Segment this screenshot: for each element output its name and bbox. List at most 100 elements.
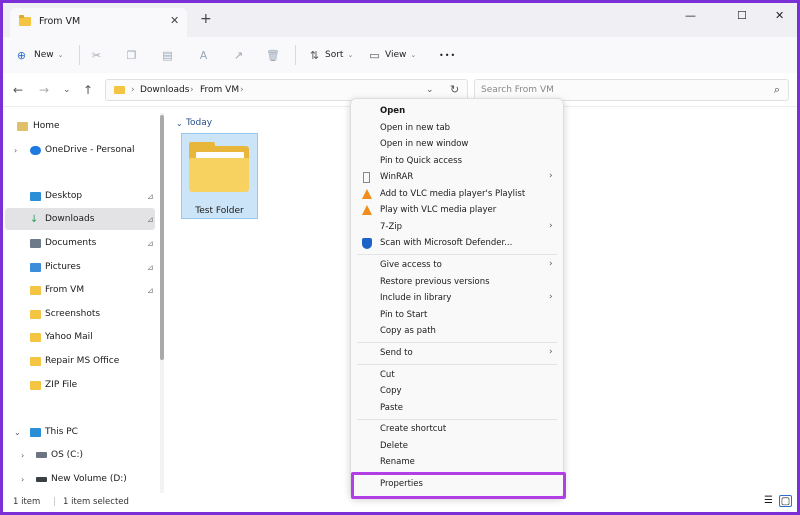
sidebar-scrollbar-thumb[interactable] — [160, 115, 164, 360]
sidebar-item-label: This PC — [45, 427, 78, 437]
refresh-icon[interactable]: ↻ — [450, 83, 459, 96]
view-button[interactable]: ▭ View ⌄ — [368, 47, 416, 63]
defender-shield-icon — [362, 238, 372, 249]
menu-item-label: Scan with Microsoft Defender... — [380, 238, 513, 248]
minimize-button[interactable]: — — [685, 9, 696, 22]
menu-item-scan-defender[interactable]: Scan with Microsoft Defender... — [351, 236, 563, 252]
share-icon: ↗ — [233, 48, 244, 62]
home-icon — [17, 121, 28, 131]
sidebar-item-screenshots[interactable]: Screenshots — [5, 303, 155, 325]
menu-item-copy[interactable]: Copy — [351, 384, 563, 400]
details-view-icon[interactable]: ☰ — [762, 495, 775, 507]
menu-item-label: Include in library — [380, 293, 452, 303]
menu-item-send-to[interactable]: Send to › — [351, 346, 563, 362]
rename-button[interactable]: A — [197, 47, 210, 63]
menu-item-cut[interactable]: Cut — [351, 368, 563, 384]
sidebar-item-label: Documents — [45, 238, 97, 248]
menu-item-label: Create shortcut — [380, 424, 447, 434]
menu-item-add-vlc-playlist[interactable]: Add to VLC media player's Playlist — [351, 187, 563, 203]
menu-item-7zip[interactable]: 7-Zip › — [351, 220, 563, 236]
tab-from-vm[interactable]: From VM ✕ — [10, 8, 187, 37]
menu-item-delete[interactable]: Delete — [351, 439, 563, 455]
share-button[interactable]: ↗ — [232, 47, 245, 63]
copy-button[interactable]: ❐ — [125, 47, 138, 63]
menu-item-pin-quick-access[interactable]: Pin to Quick access — [351, 154, 563, 170]
documents-icon — [30, 238, 41, 248]
address-dropdown-icon[interactable]: ⌄ — [426, 85, 434, 95]
menu-item-label: Paste — [380, 403, 403, 413]
sidebar-item-repair-ms-office[interactable]: Repair MS Office — [5, 350, 155, 372]
sidebar-item-from-vm[interactable]: From VM ⊿ — [5, 279, 155, 301]
menu-item-label: Open — [380, 106, 406, 116]
sidebar-item-zip-file[interactable]: ZIP File — [5, 374, 155, 396]
properties-highlight-box — [351, 472, 566, 499]
chevron-down-icon[interactable]: ⌄ — [14, 428, 21, 437]
sidebar-item-label: Yahoo Mail — [45, 332, 93, 342]
menu-item-open-new-tab[interactable]: Open in new tab — [351, 121, 563, 137]
tab-title: From VM — [39, 16, 81, 27]
chevron-right-icon: › — [549, 171, 553, 181]
chevron-right-icon[interactable]: › — [21, 475, 24, 484]
back-arrow-icon[interactable]: ← — [13, 83, 23, 97]
menu-item-winrar[interactable]: WinRAR › — [351, 170, 563, 186]
maximize-button[interactable]: ☐ — [737, 9, 747, 22]
folder-icon — [30, 309, 41, 319]
menu-item-copy-as-path[interactable]: Copy as path — [351, 324, 563, 340]
menu-item-play-vlc[interactable]: Play with VLC media player — [351, 203, 563, 219]
menu-item-paste[interactable]: Paste — [351, 401, 563, 417]
new-tab-button[interactable]: + — [200, 12, 212, 26]
sort-icon: ⇅ — [309, 48, 320, 62]
breadcrumb-from-vm[interactable]: From VM — [200, 85, 239, 95]
toolbar-divider — [295, 45, 296, 65]
chevron-right-icon[interactable]: › — [21, 451, 24, 460]
plus-circle-icon: ⊕ — [16, 48, 27, 62]
menu-item-label: Restore previous versions — [380, 277, 490, 287]
chevron-down-icon[interactable]: ⌄ — [176, 119, 183, 128]
sort-button[interactable]: ⇅ Sort ⌄ — [308, 47, 353, 63]
menu-item-restore-versions[interactable]: Restore previous versions — [351, 275, 563, 291]
menu-item-rename[interactable]: Rename — [351, 455, 563, 471]
sidebar-item-os-c[interactable]: › OS (C:) — [5, 444, 155, 466]
tiles-view-icon[interactable]: ▢ — [779, 495, 792, 507]
sidebar-item-label: Screenshots — [45, 309, 101, 319]
menu-item-create-shortcut[interactable]: Create shortcut — [351, 422, 563, 438]
close-window-button[interactable]: ✕ — [775, 9, 784, 22]
sidebar-item-this-pc[interactable]: ⌄ This PC — [5, 421, 155, 443]
forward-arrow-icon[interactable]: → — [39, 83, 49, 97]
sidebar-item-onedrive[interactable]: › OneDrive - Personal — [5, 139, 155, 161]
chevron-right-icon: › — [549, 347, 553, 357]
up-arrow-icon[interactable]: ↑ — [83, 83, 93, 97]
menu-item-give-access[interactable]: Give access to › — [351, 258, 563, 274]
sidebar-item-desktop[interactable]: Desktop ⊿ — [5, 185, 155, 207]
folder-icon — [30, 332, 41, 342]
new-button[interactable]: ⊕ New ⌄ — [15, 47, 64, 63]
menu-item-open-new-window[interactable]: Open in new window — [351, 137, 563, 153]
tab-close-icon[interactable]: ✕ — [170, 14, 179, 27]
toolbar-divider — [79, 45, 80, 65]
sidebar-item-home[interactable]: Home — [5, 115, 155, 137]
more-options-button[interactable]: ••• — [439, 47, 456, 63]
cut-button[interactable]: ✂ — [90, 47, 103, 63]
menu-item-open[interactable]: Open — [351, 104, 563, 120]
sidebar-item-new-volume-d[interactable]: › New Volume (D:) — [5, 468, 155, 490]
file-item-test-folder[interactable]: Test Folder — [181, 133, 258, 219]
delete-button[interactable]: 🗑 — [266, 47, 280, 63]
menu-item-pin-start[interactable]: Pin to Start — [351, 308, 563, 324]
sidebar-item-documents[interactable]: Documents ⊿ — [5, 232, 155, 254]
sidebar-item-downloads[interactable]: ↓ Downloads ⊿ — [5, 208, 155, 230]
sidebar-item-pictures[interactable]: Pictures ⊿ — [5, 256, 155, 278]
drive-icon — [36, 452, 47, 458]
menu-separator — [357, 364, 557, 365]
sidebar-item-yahoo-mail[interactable]: Yahoo Mail — [5, 326, 155, 348]
trash-icon: 🗑 — [266, 48, 280, 62]
group-header-today[interactable]: Today — [186, 118, 212, 128]
breadcrumb-downloads[interactable]: Downloads — [140, 85, 189, 95]
menu-item-include-library[interactable]: Include in library › — [351, 291, 563, 307]
paste-button[interactable]: ▤ — [161, 47, 174, 63]
sidebar-item-label: Downloads — [45, 214, 95, 224]
menu-item-label: Rename — [380, 457, 415, 467]
menu-item-label: Add to VLC media player's Playlist — [380, 189, 526, 199]
sidebar-item-label: New Volume (D:) — [51, 474, 127, 484]
recent-locations-chevron-icon[interactable]: ⌄ — [63, 85, 71, 95]
chevron-right-icon[interactable]: › — [14, 146, 17, 155]
